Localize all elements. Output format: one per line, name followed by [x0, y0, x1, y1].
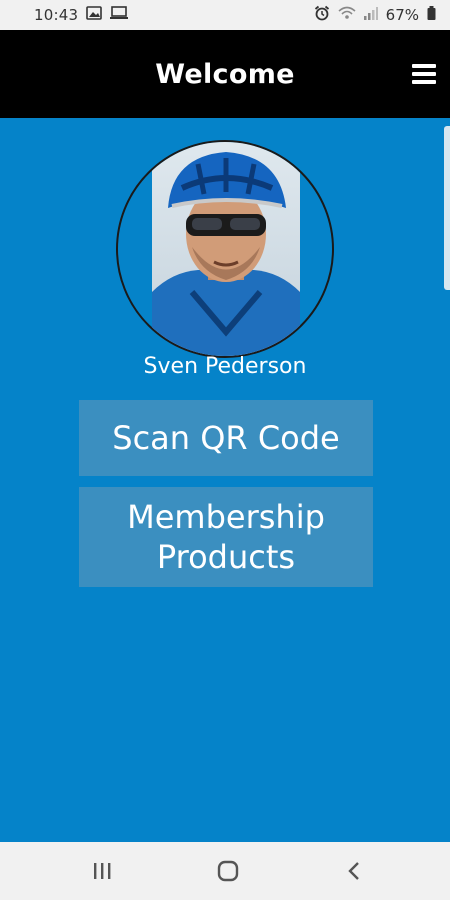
cyclist-photo: [152, 142, 300, 356]
avatar: [116, 140, 334, 358]
page-title: Welcome: [155, 58, 295, 90]
app-bar: Welcome: [0, 30, 450, 118]
membership-products-button[interactable]: Membership Products: [79, 487, 373, 587]
screen-icon: [110, 5, 129, 25]
main-content: Sven Pederson Scan QR Code Membership Pr…: [0, 118, 450, 842]
alarm-icon: [314, 5, 330, 26]
wifi-icon: [338, 6, 356, 25]
signal-icon: [363, 6, 378, 25]
image-icon: [86, 5, 103, 25]
status-left: 10:43: [34, 5, 129, 25]
status-time: 10:43: [34, 6, 79, 24]
hamburger-menu-icon[interactable]: [412, 64, 436, 84]
scan-qr-code-button[interactable]: Scan QR Code: [79, 400, 373, 476]
status-right: 67%: [314, 5, 436, 26]
back-icon[interactable]: [336, 856, 372, 886]
navigation-bar: [0, 842, 450, 900]
recents-icon[interactable]: [84, 856, 120, 886]
status-bar: 10:43 67%: [0, 0, 450, 30]
user-name: Sven Pederson: [143, 354, 307, 379]
scrollbar[interactable]: [444, 126, 450, 290]
battery-percent: 67%: [385, 6, 419, 24]
battery-icon: [427, 5, 436, 25]
home-icon[interactable]: [210, 856, 246, 886]
